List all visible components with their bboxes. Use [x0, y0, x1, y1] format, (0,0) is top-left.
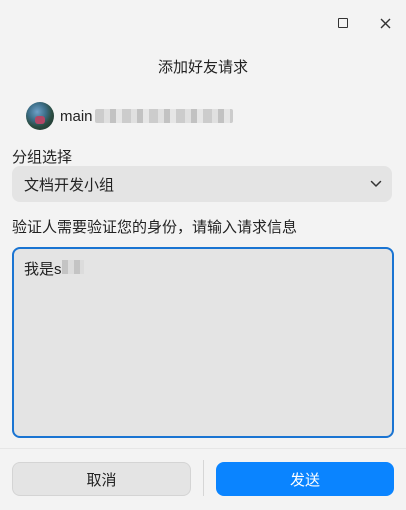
cancel-button[interactable]: 取消: [12, 462, 191, 496]
button-separator: [203, 460, 204, 496]
verify-message-label: 验证人需要验证您的身份，请输入请求信息: [12, 219, 298, 236]
maximize-icon: [338, 18, 348, 28]
close-icon: [380, 18, 390, 28]
redacted-text: [61, 260, 84, 274]
maximize-button[interactable]: [330, 10, 356, 36]
dialog-title: 添加好友请求: [157, 59, 248, 76]
user-row: main: [26, 102, 233, 130]
group-select-value: 文档开发小组: [24, 176, 115, 194]
send-button[interactable]: 发送: [216, 462, 394, 496]
username: main: [60, 107, 93, 125]
redacted-username: [94, 109, 233, 123]
group-select-label: 分组选择: [12, 149, 73, 166]
avatar: [26, 102, 54, 130]
group-select[interactable]: 文档开发小组: [12, 166, 392, 202]
close-button[interactable]: [372, 10, 398, 36]
verify-message-input[interactable]: 我是s: [12, 247, 394, 438]
verify-message-text: 我是s: [24, 261, 62, 278]
chevron-down-icon: [370, 180, 382, 187]
title-bar: [0, 0, 406, 46]
footer-divider: [0, 448, 406, 449]
